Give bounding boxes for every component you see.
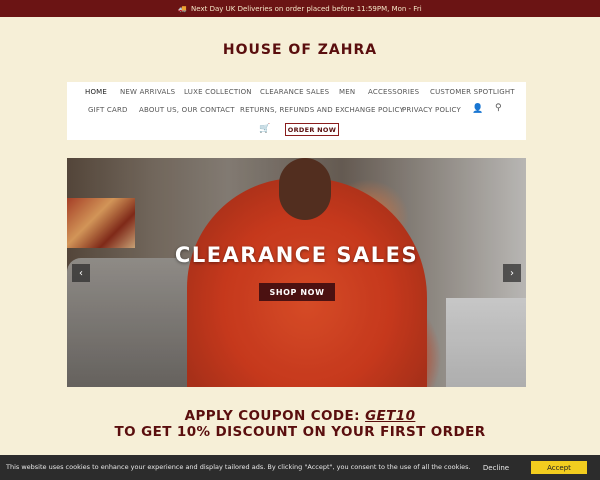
user-icon[interactable]: 👤 [472,104,483,114]
shop-now-button[interactable]: SHOP NOW [259,283,335,301]
hero-banner[interactable]: CLEARANCE SALES SHOP NOW ‹ › [67,158,526,387]
coupon-line-2: TO GET 10% DISCOUNT ON YOUR FIRST ORDER [114,424,486,440]
nav-item-accessories[interactable]: ACCESSORIES [368,88,419,96]
order-now-button[interactable]: ORDER NOW [285,123,339,136]
chevron-left-icon[interactable]: ‹ [72,264,90,282]
coupon-prefix: APPLY COUPON CODE: [184,408,366,424]
site-logo[interactable]: HOUSE OF ZAHRA [0,42,600,58]
hero-overlay [67,158,526,387]
cart-icon[interactable]: 🛒 [259,124,270,134]
chevron-right-icon[interactable]: › [503,264,521,282]
coupon-code[interactable]: GET10 [365,408,415,424]
cookie-message: This website uses cookies to enhance you… [6,463,471,471]
announcement-text: Next Day UK Deliveries on order placed b… [191,4,422,13]
search-icon[interactable]: ⚲ [495,103,502,113]
nav-item-returns-policy[interactable]: RETURNS, REFUNDS AND EXCHANGE POLICY [240,106,404,114]
nav-item-luxe-collection[interactable]: LUXE COLLECTION [184,88,252,96]
nav-item-men[interactable]: MEN [339,88,355,96]
cookie-banner: This website uses cookies to enhance you… [0,455,600,480]
coupon-line-1: APPLY COUPON CODE: GET10 [0,408,600,424]
truck-icon: 🚚 [178,4,188,13]
nav-item-gift-card[interactable]: GIFT CARD [88,106,128,114]
nav-item-new-arrivals[interactable]: NEW ARRIVALS [120,88,175,96]
nav-item-clearance-sales[interactable]: CLEARANCE SALES [260,88,329,96]
nav-item-home[interactable]: HOME [85,88,107,96]
coupon-banner: APPLY COUPON CODE: GET10 TO GET 10% DISC… [0,408,600,440]
hero-title: CLEARANCE SALES [174,243,419,267]
nav-item-privacy-policy[interactable]: PRIVACY POLICY [402,106,461,114]
main-navigation: HOME NEW ARRIVALS LUXE COLLECTION CLEARA… [67,82,526,140]
nav-item-about-us[interactable]: ABOUT US, OUR CONTACT [139,106,235,114]
accept-button[interactable]: Accept [531,461,587,474]
decline-button[interactable]: Decline [470,461,522,474]
announcement-bar: 🚚 Next Day UK Deliveries on order placed… [0,0,600,17]
nav-item-customer-spotlight[interactable]: CUSTOMER SPOTLIGHT [430,88,515,96]
